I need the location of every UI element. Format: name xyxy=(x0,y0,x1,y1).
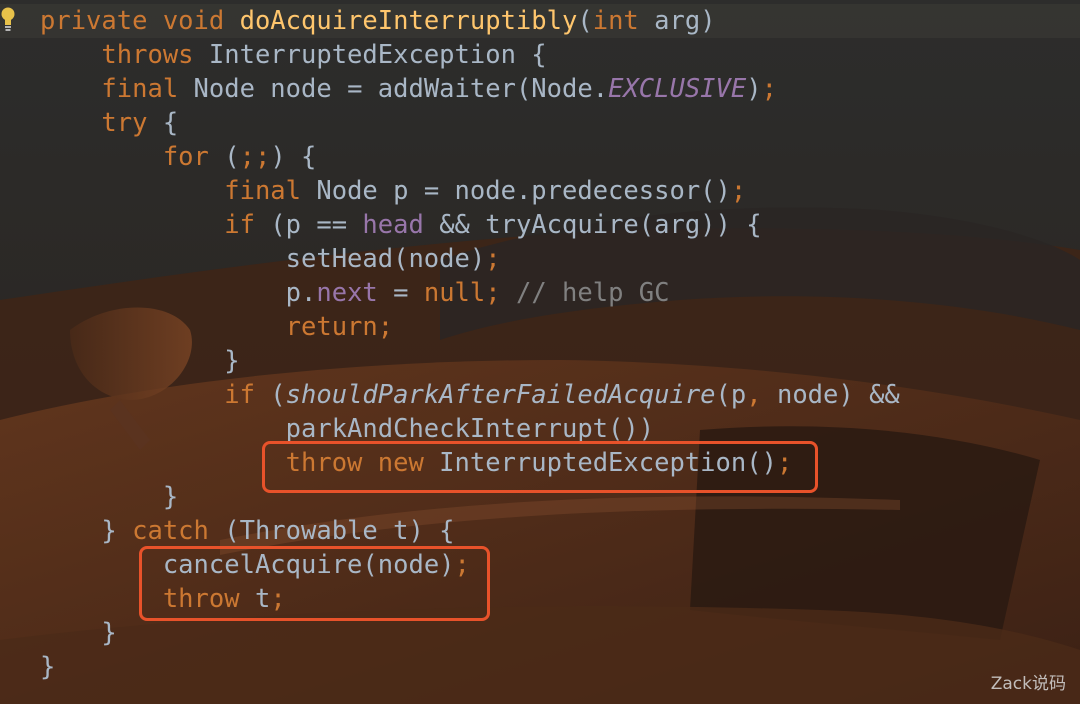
code-token: (p xyxy=(715,380,747,410)
highlight-box-catch-body xyxy=(139,546,490,621)
code-token: } xyxy=(40,618,117,648)
code-line: final Node p = node.predecessor(); xyxy=(0,174,1080,208)
code-editor[interactable]: private void doAcquireInterruptibly(int … xyxy=(0,0,1080,704)
code-token: try xyxy=(101,108,163,138)
code-token: shouldParkAfterFailedAcquire xyxy=(285,380,716,410)
code-line: final Node node = addWaiter(Node.EXCLUSI… xyxy=(0,72,1080,106)
code-token: ) xyxy=(746,74,762,104)
code-token: for xyxy=(162,142,225,172)
code-line: throws InterruptedException { xyxy=(0,38,1080,72)
code-line: if (p == head && tryAcquire(arg)) { xyxy=(0,208,1080,242)
code-token: if xyxy=(224,380,271,410)
code-token: throws xyxy=(101,40,209,70)
code-token: void xyxy=(162,6,240,36)
code-token: ( xyxy=(224,142,240,172)
highlight-box-throw-interrupted xyxy=(262,441,818,493)
code-token: final xyxy=(224,176,317,206)
code-token: } xyxy=(40,516,133,546)
code-token: setHead(node) xyxy=(285,244,486,274)
code-line: for (;;) { xyxy=(0,140,1080,174)
code-token: final xyxy=(101,74,194,104)
code-token: if xyxy=(224,210,271,240)
code-token: EXCLUSIVE xyxy=(608,74,747,104)
watermark: Zack说码 xyxy=(990,674,1066,694)
code-token: ( xyxy=(577,6,593,36)
code-token: parkAndCheckInterrupt()) xyxy=(285,414,655,444)
code-token: catch xyxy=(132,516,225,546)
code-token: ; xyxy=(761,74,777,104)
code-token: head xyxy=(362,210,440,240)
code-token: ) { xyxy=(270,142,317,172)
code-token: ; xyxy=(485,244,501,274)
code-token: doAcquireInterruptibly xyxy=(239,6,578,36)
code-line: if (shouldParkAfterFailedAcquire(p, node… xyxy=(0,378,1080,412)
code-line: return; xyxy=(0,310,1080,344)
code-token: } xyxy=(40,482,179,512)
code-line: try { xyxy=(0,106,1080,140)
code-line: } catch (Throwable t) { xyxy=(0,514,1080,548)
code-line: p.next = null; // help GC xyxy=(0,276,1080,310)
code-token: p. xyxy=(285,278,317,308)
code-token: , xyxy=(746,380,777,410)
code-token: ( xyxy=(270,380,286,410)
code-token: ; xyxy=(485,278,516,308)
code-token: ; xyxy=(730,176,747,206)
code-line: } xyxy=(0,616,1080,650)
code-token: Node node = addWaiter(Node. xyxy=(193,74,609,104)
code-token: arg) xyxy=(654,6,716,36)
code-token: // help GC xyxy=(515,278,670,308)
code-token: && tryAcquire(arg)) { xyxy=(439,210,762,240)
code-token: null xyxy=(423,278,486,308)
code-token: InterruptedException { xyxy=(208,40,547,70)
code-line: } xyxy=(0,650,1080,684)
code-line: setHead(node); xyxy=(0,242,1080,276)
code-token: Node p = node.predecessor() xyxy=(316,176,731,206)
code-token: int xyxy=(592,6,655,36)
code-token: = xyxy=(393,278,424,308)
code-token: return; xyxy=(285,312,394,342)
code-token: (p == xyxy=(270,210,363,240)
code-line: private void doAcquireInterruptibly(int … xyxy=(0,4,1080,38)
code-line: } xyxy=(0,344,1080,378)
code-token: { xyxy=(162,108,179,138)
code-token: } xyxy=(40,652,56,682)
code-token: } xyxy=(40,346,240,376)
code-token: next xyxy=(316,278,394,308)
code-token: private xyxy=(40,6,163,36)
code-token: ;; xyxy=(239,142,271,172)
code-token: node) && xyxy=(776,380,900,410)
code-token: (Throwable t) { xyxy=(224,516,455,546)
